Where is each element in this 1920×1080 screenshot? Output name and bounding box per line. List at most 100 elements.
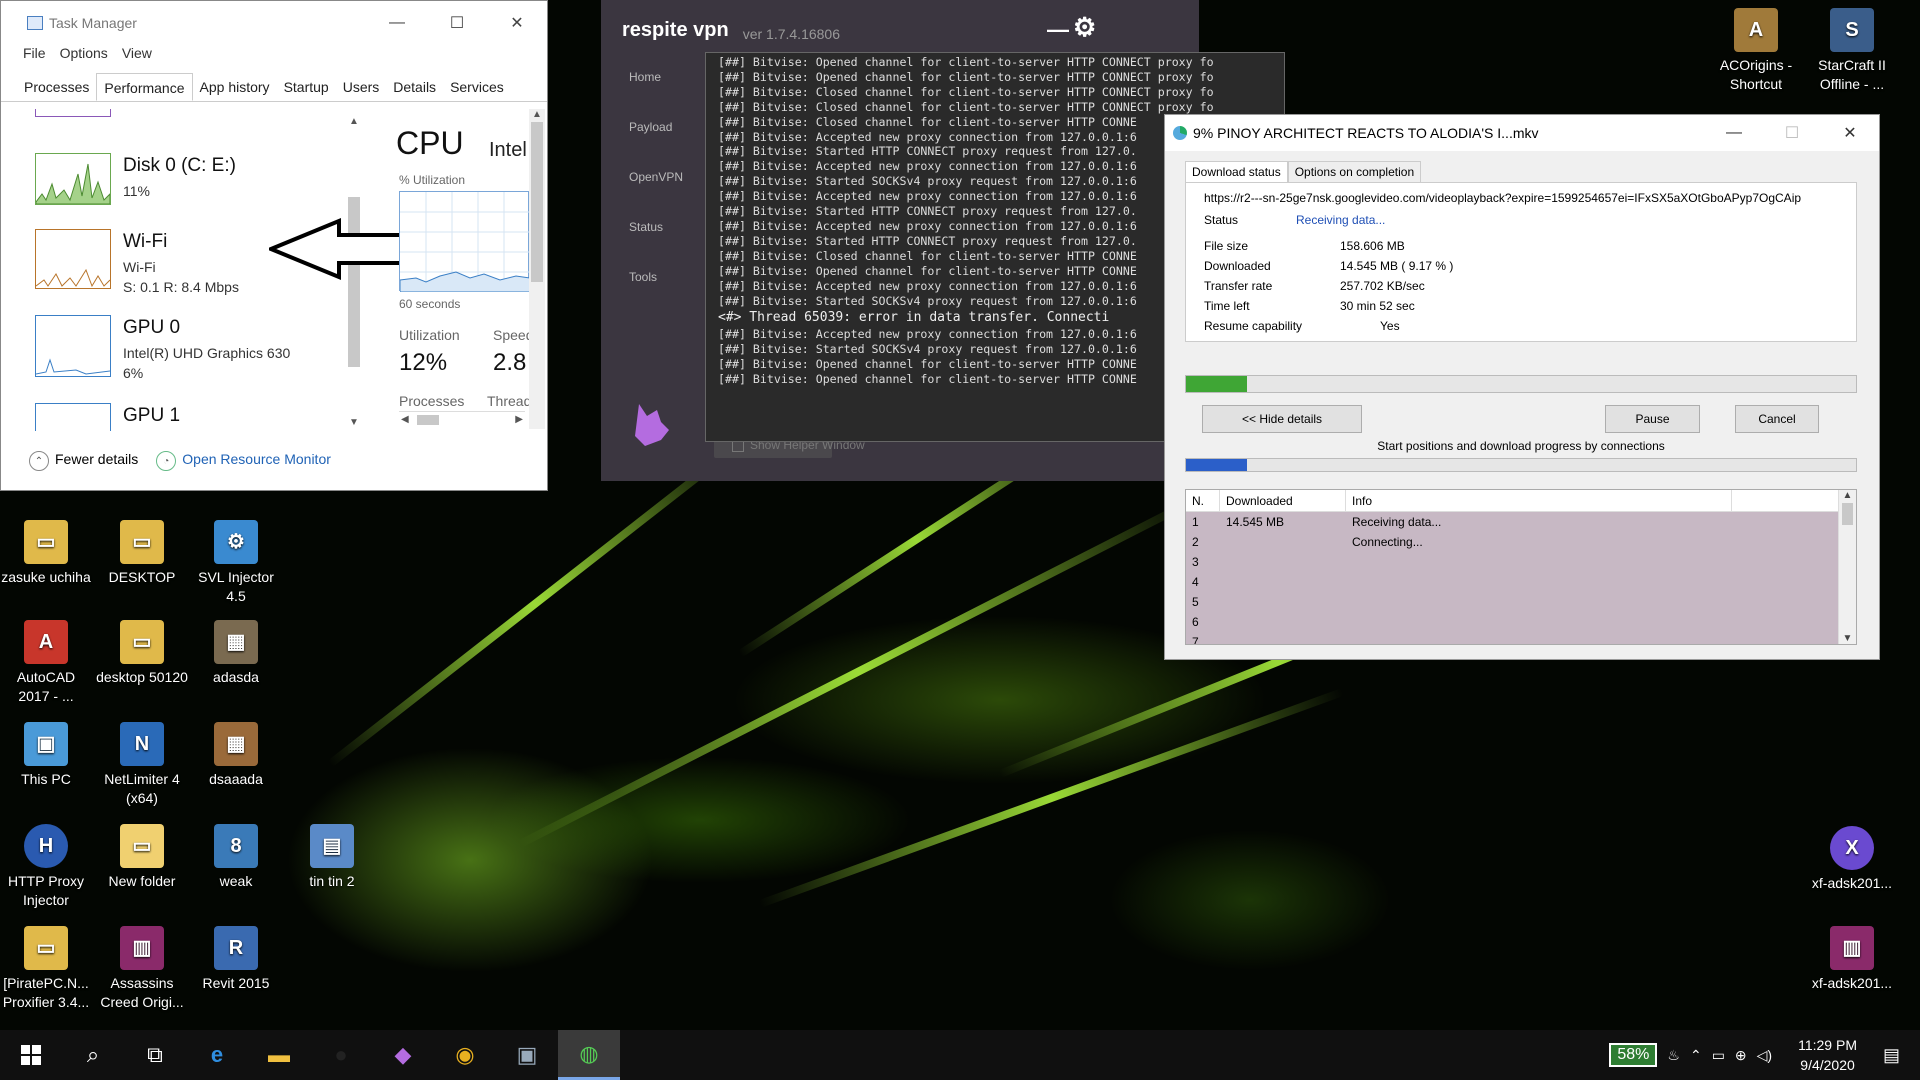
notification-icon[interactable]: ▤ xyxy=(1883,1045,1900,1066)
start-button[interactable] xyxy=(0,1030,62,1080)
desktop-icon-xf-adsk-1[interactable]: X xf-adsk201... xyxy=(1806,826,1898,893)
tab-download-status[interactable]: Download status xyxy=(1185,161,1288,183)
col-n[interactable]: N. xyxy=(1186,490,1220,511)
table-row[interactable]: 6 xyxy=(1186,612,1856,632)
taskbar-chrome[interactable]: ◉ xyxy=(434,1030,496,1080)
scroll-thumb[interactable] xyxy=(1842,503,1853,525)
battery-indicator[interactable]: 58% xyxy=(1609,1043,1658,1067)
table-row[interactable]: 2 Connecting... xyxy=(1186,532,1856,552)
resource-item-gpu1[interactable]: GPU 1 xyxy=(17,403,347,431)
volume-icon[interactable]: ◁) xyxy=(1757,1047,1772,1064)
scroll-up-icon[interactable]: ▲ xyxy=(346,116,362,127)
battery-icon[interactable]: ▭ xyxy=(1712,1047,1725,1064)
taskbar-vpn[interactable]: ◆ xyxy=(372,1030,434,1080)
menu-options[interactable]: Options xyxy=(60,45,108,67)
desktop-icon-autocad[interactable]: A AutoCAD 2017 - ... xyxy=(0,620,92,706)
desktop-icon-dsaaada[interactable]: ▦ dsaaada xyxy=(190,722,282,789)
close-button[interactable]: ✕ xyxy=(1821,115,1879,151)
tab-processes[interactable]: Processes xyxy=(17,73,96,101)
tab-startup[interactable]: Startup xyxy=(277,73,336,101)
desktop-icon-svl-injector[interactable]: ⚙ SVL Injector 4.5 xyxy=(190,520,282,606)
desktop-icon-adasda[interactable]: ▦ adasda xyxy=(190,620,282,687)
tab-options-on-completion[interactable]: Options on completion xyxy=(1287,161,1422,183)
taskbar-app-dark[interactable]: ● xyxy=(310,1030,372,1080)
vpn-nav-openvpn[interactable]: OpenVPN xyxy=(601,160,691,210)
task-manager-window[interactable]: Task Manager — ☐ ✕ File Options View Pro… xyxy=(0,0,548,491)
desktop-icon-new-folder[interactable]: ▭ New folder xyxy=(96,824,188,891)
table-row[interactable]: 5 xyxy=(1186,592,1856,612)
fewer-details-link[interactable]: ⌃ Fewer details xyxy=(29,451,138,472)
minimize-button[interactable]: — xyxy=(367,1,427,45)
maximize-button[interactable]: ☐ xyxy=(427,1,487,45)
cpu-hscrollbar[interactable]: ◀ ▶ xyxy=(399,411,525,427)
tab-app-history[interactable]: App history xyxy=(193,73,277,101)
hscroll-thumb[interactable] xyxy=(417,415,439,425)
desktop-icon-desktop[interactable]: ▭ DESKTOP xyxy=(96,520,188,587)
minimize-icon[interactable]: — xyxy=(1047,17,1069,43)
menu-view[interactable]: View xyxy=(122,45,152,67)
desktop-icon-xf-adsk-2[interactable]: ▥ xf-adsk201... xyxy=(1806,926,1898,993)
table-row[interactable]: 3 xyxy=(1186,552,1856,572)
desktop-icon-tin-tin-2[interactable]: ▤ tin tin 2 xyxy=(286,824,378,891)
scroll-left-icon[interactable]: ◀ xyxy=(401,414,409,425)
clock[interactable]: 11:29 PM 9/4/2020 xyxy=(1798,1035,1857,1075)
vpn-nav-tools[interactable]: Tools xyxy=(601,260,691,310)
scroll-down-icon[interactable]: ▼ xyxy=(1839,633,1856,644)
vpn-nav-home[interactable]: Home xyxy=(601,60,691,110)
taskbar-app-network[interactable]: ▣ xyxy=(496,1030,558,1080)
search-button[interactable]: ⌕ xyxy=(62,1030,124,1080)
scroll-right-icon[interactable]: ▶ xyxy=(515,414,523,425)
tab-services[interactable]: Services xyxy=(443,73,511,101)
vpn-nav-status[interactable]: Status xyxy=(601,210,691,260)
cpu-vscrollbar[interactable]: ▲ xyxy=(529,109,545,429)
table-scrollbar[interactable]: ▲ ▼ xyxy=(1838,490,1856,644)
globe-icon[interactable]: ⊕ xyxy=(1735,1047,1747,1064)
table-row[interactable]: 7 xyxy=(1186,632,1856,644)
desktop-icon-netlimiter[interactable]: N NetLimiter 4 (x64) xyxy=(96,722,188,808)
scroll-up-icon[interactable]: ▲ xyxy=(1839,490,1856,501)
table-row[interactable]: 4 xyxy=(1186,572,1856,592)
close-button[interactable]: ✕ xyxy=(487,1,547,45)
minimize-button[interactable]: — xyxy=(1705,115,1763,151)
vpn-nav-payload[interactable]: Payload xyxy=(601,110,691,160)
download-progress-window[interactable]: 9% PINOY ARCHITECT REACTS TO ALODIA'S I.… xyxy=(1164,114,1880,660)
tab-details[interactable]: Details xyxy=(386,73,443,101)
scroll-thumb[interactable] xyxy=(531,122,543,282)
tab-users[interactable]: Users xyxy=(336,73,387,101)
desktop-icon-assassins-creed[interactable]: ▥ Assassins Creed Origi... xyxy=(96,926,188,1012)
resource-item-gpu0[interactable]: GPU 0 Intel(R) UHD Graphics 630 6% xyxy=(17,315,347,385)
scroll-up-icon[interactable]: ▲ xyxy=(529,109,545,120)
menu-file[interactable]: File xyxy=(23,45,46,67)
col-downloaded[interactable]: Downloaded xyxy=(1220,490,1346,511)
taskbar-edge[interactable]: e xyxy=(186,1030,248,1080)
resource-item-disk[interactable]: Disk 0 (C: E:) 11% xyxy=(17,153,347,223)
desktop-icon-revit[interactable]: R Revit 2015 xyxy=(190,926,282,993)
desktop-icon-http-proxy-injector[interactable]: H HTTP Proxy Injector xyxy=(0,824,92,910)
cpu-time-label: 60 seconds xyxy=(399,297,461,311)
tab-performance[interactable]: Performance xyxy=(96,73,193,101)
task-view-button[interactable]: ⧉ xyxy=(124,1030,186,1080)
desktop-icon-zasuke-uchiha[interactable]: ▭ zasuke uchiha xyxy=(0,520,92,587)
chevron-up-icon[interactable]: ⌃ xyxy=(1690,1047,1702,1064)
taskbar-file-explorer[interactable]: ▬ xyxy=(248,1030,310,1080)
row-downloaded xyxy=(1220,612,1346,632)
taskbar-download-manager[interactable]: ◍ xyxy=(558,1030,620,1080)
gear-icon[interactable]: ⚙ xyxy=(1073,12,1096,43)
col-info[interactable]: Info xyxy=(1346,490,1732,511)
desktop-icon-proxifier[interactable]: ▭ [PiratePC.N... Proxifier 3.4... xyxy=(0,926,92,1012)
desktop-icon-starcraft[interactable]: S StarCraft II Offline - ... xyxy=(1806,8,1898,94)
desktop-icon-desktop-50120[interactable]: ▭ desktop 50120 xyxy=(96,620,188,687)
cancel-button[interactable]: Cancel xyxy=(1735,405,1819,433)
desktop-icon-acorigins[interactable]: A ACOrigins - Shortcut xyxy=(1710,8,1802,94)
scroll-down-icon[interactable]: ▼ xyxy=(346,417,362,428)
picture-icon: 8 xyxy=(214,824,258,868)
table-row[interactable]: 1 14.545 MB Receiving data... xyxy=(1186,512,1856,532)
wifi-thumbnail xyxy=(35,229,111,289)
pause-button[interactable]: Pause xyxy=(1605,405,1700,433)
flame-icon[interactable]: ♨ xyxy=(1667,1047,1680,1064)
hide-details-button[interactable]: << Hide details xyxy=(1202,405,1362,433)
desktop-icon-this-pc[interactable]: ▣ This PC xyxy=(0,722,92,789)
desktop-icon-weak[interactable]: 8 weak xyxy=(190,824,282,891)
open-resource-monitor-link[interactable]: ◔ Open Resource Monitor xyxy=(156,451,331,472)
network-app-icon: ▣ xyxy=(516,1042,538,1067)
